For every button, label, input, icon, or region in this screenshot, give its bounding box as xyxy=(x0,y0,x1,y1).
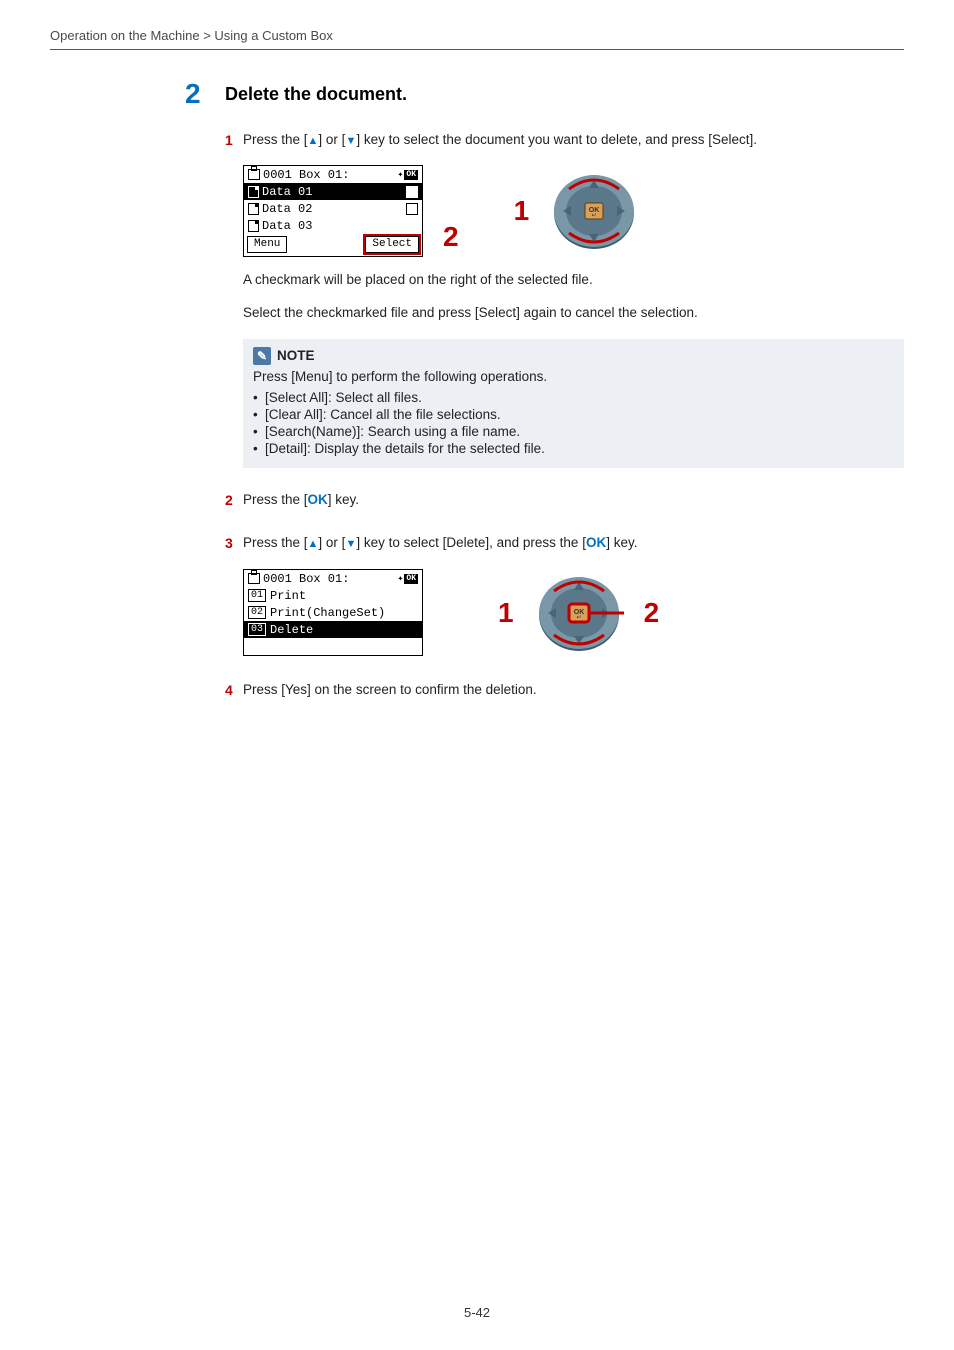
lcd2-row-3: 03 Delete xyxy=(244,621,422,638)
note-title: NOTE xyxy=(277,348,315,363)
arrows-ok-icon: ✦OK xyxy=(397,573,418,585)
softkey-select[interactable]: Select xyxy=(365,236,419,253)
substep-2-number: 2 xyxy=(225,490,243,511)
document-icon xyxy=(248,220,259,232)
lcd2-title-row: 0001 Box 01: ✦OK xyxy=(244,570,422,587)
lcd1-row-2: Data 02 xyxy=(244,200,422,217)
paragraph-checkmark-info: A checkmark will be placed on the right … xyxy=(243,271,904,290)
lcd1-row-1: Data 01 xyxy=(244,183,422,200)
checkmark-icon xyxy=(406,186,418,198)
substep-3-number: 3 xyxy=(225,533,243,554)
softkey-menu[interactable]: Menu xyxy=(247,236,287,253)
dpad-control-2: OK ↵ xyxy=(534,568,624,658)
note-bullet-1: [Select All]: Select all files. xyxy=(253,390,894,405)
callout-2-tag: 2 xyxy=(443,221,459,253)
lcd2-blank-row xyxy=(244,638,422,655)
down-triangle-icon: ▼ xyxy=(345,538,356,550)
lcd2-row-1: 01 Print xyxy=(244,587,422,604)
dpad-icon: OK ↵ xyxy=(549,166,639,256)
lcd1-title-row: 0001 Box 01: ✦OK xyxy=(244,166,422,183)
note-bullet-4: [Detail]: Display the details for the se… xyxy=(253,441,894,456)
lcd2-title: 0001 Box 01: xyxy=(263,572,397,586)
substep-1-number: 1 xyxy=(225,130,243,151)
callout-1: 1 xyxy=(514,195,530,227)
substep-3-text: Press the [▲] or [▼] key to select [Dele… xyxy=(243,533,904,553)
document-icon xyxy=(248,203,259,215)
breadcrumb: Operation on the Machine > Using a Custo… xyxy=(50,28,904,43)
paragraph-cancel-info: Select the checkmarked file and press [S… xyxy=(243,304,904,323)
svg-text:↵: ↵ xyxy=(576,615,581,621)
figure-2: 0001 Box 01: ✦OK 01 Print 02 Print(Chang… xyxy=(243,568,904,658)
dpad-control-1: OK ↵ xyxy=(549,166,639,256)
substep-4-text: Press [Yes] on the screen to confirm the… xyxy=(243,680,904,700)
major-step-title: Delete the document. xyxy=(225,80,407,105)
note-intro: Press [Menu] to perform the following op… xyxy=(253,369,894,384)
arrows-ok-icon: ✦OK xyxy=(397,169,418,181)
box-icon xyxy=(248,573,260,584)
note-box: ✎ NOTE Press [Menu] to perform the follo… xyxy=(243,339,904,468)
substep-2: 2 Press the [OK] key. xyxy=(225,490,904,511)
down-triangle-icon: ▼ xyxy=(345,135,356,147)
major-step-2: 2 Delete the document. xyxy=(185,80,904,108)
note-bullets: [Select All]: Select all files. [Clear A… xyxy=(253,390,894,456)
substep-4-number: 4 xyxy=(225,680,243,701)
note-bullet-2: [Clear All]: Cancel all the file selecti… xyxy=(253,407,894,422)
lcd1-row-3: Data 03 xyxy=(244,217,422,234)
callout-2-fig2: 2 xyxy=(644,597,660,629)
lcd1-softkey-row: Menu Select xyxy=(244,234,422,256)
lcd1-title: 0001 Box 01: xyxy=(263,168,397,182)
document-icon xyxy=(248,186,259,198)
substep-4: 4 Press [Yes] on the screen to confirm t… xyxy=(225,680,904,701)
checkbox-empty-icon xyxy=(406,203,418,215)
header-divider xyxy=(50,49,904,50)
major-step-number: 2 xyxy=(185,80,225,108)
substep-3: 3 Press the [▲] or [▼] key to select [De… xyxy=(225,533,904,554)
substep-1-text: Press the [▲] or [▼] key to select the d… xyxy=(243,130,904,150)
page-number: 5-42 xyxy=(0,1305,954,1320)
up-triangle-icon: ▲ xyxy=(308,538,319,550)
lcd-screen-1: 0001 Box 01: ✦OK Data 01 Data 02 xyxy=(243,165,423,257)
figure-1: 0001 Box 01: ✦OK Data 01 Data 02 xyxy=(243,165,904,257)
up-triangle-icon: ▲ xyxy=(308,135,319,147)
lcd-screen-2: 0001 Box 01: ✦OK 01 Print 02 Print(Chang… xyxy=(243,569,423,656)
lcd2-row-2: 02 Print(ChangeSet) xyxy=(244,604,422,621)
substep-1: 1 Press the [▲] or [▼] key to select the… xyxy=(225,130,904,151)
substep-2-text: Press the [OK] key. xyxy=(243,490,904,510)
callout-1-fig2: 1 xyxy=(498,597,514,629)
note-icon: ✎ xyxy=(253,347,271,365)
dpad-icon: OK ↵ xyxy=(534,568,624,658)
note-bullet-3: [Search(Name)]: Search using a file name… xyxy=(253,424,894,439)
box-icon xyxy=(248,169,260,180)
svg-text:↵: ↵ xyxy=(592,213,597,219)
